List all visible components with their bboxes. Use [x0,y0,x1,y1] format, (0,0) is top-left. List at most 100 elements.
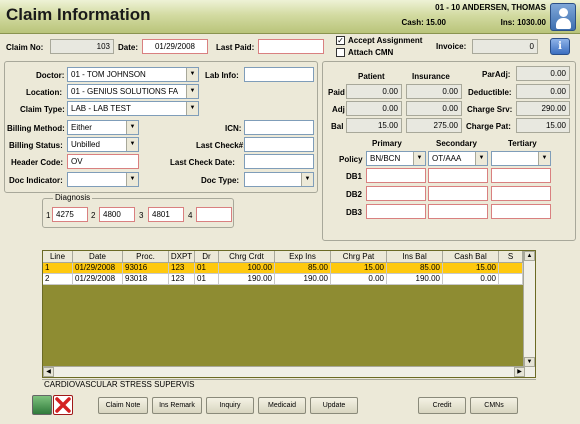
table-cell: 93016 [123,263,169,274]
table-cell: 85.00 [275,263,331,274]
tertiary-header: Tertiary [508,139,537,148]
table-cell: 15.00 [331,263,387,274]
doc-indicator-select[interactable]: ▼ [67,172,139,187]
lab-info-field[interactable] [244,67,314,82]
chevron-down-icon[interactable]: ▼ [186,68,198,81]
claim-date-field[interactable]: 01/29/2008 [142,39,208,54]
claim-type-select[interactable]: LAB - LAB TEST ▼ [67,101,199,116]
secondary-policy-value: OT/AAA [432,154,462,163]
vertical-scrollbar[interactable]: ▲ ▼ [523,251,535,367]
location-select[interactable]: 01 - GENIUS SOLUTIONS FA ▼ [67,84,199,99]
diagnosis-4-label: 4 [188,211,193,220]
column-header[interactable]: Proc. [123,251,169,263]
secondary-db2-field[interactable] [428,186,488,201]
accept-assignment-label: Accept Assignment [348,36,423,45]
update-button[interactable]: Update [310,397,358,414]
table-cell: 190.00 [219,274,275,285]
header-code-field[interactable]: OV [67,154,139,169]
db1-label: DB1 [346,172,363,181]
column-header[interactable]: Date [73,251,123,263]
doc-type-select[interactable]: ▼ [244,172,314,187]
diagnosis-2-field[interactable]: 4800 [99,207,135,222]
icn-field[interactable] [244,120,314,135]
column-header[interactable]: Dr [195,251,219,263]
chevron-down-icon[interactable]: ▼ [186,85,198,98]
column-header[interactable]: Exp Ins [275,251,331,263]
column-header[interactable]: Line [43,251,73,263]
secondary-db3-field[interactable] [428,204,488,219]
last-check-no-field[interactable] [244,137,314,152]
diagnosis-1-field[interactable]: 4275 [52,207,88,222]
last-check-date-field[interactable] [244,154,314,169]
info-icon[interactable]: i [550,38,570,55]
chevron-down-icon[interactable]: ▼ [538,152,550,165]
medicaid-button[interactable]: Medicaid [258,397,306,414]
location-label: Location: [26,88,62,97]
last-check-no-label: Last Check#: [196,141,246,150]
deductible-label: Deductible: [468,88,512,97]
table-cell: 0.00 [443,274,499,285]
table-cell [499,263,523,274]
patient-paid-field: 0.00 [346,84,402,99]
patient-avatar-icon[interactable] [550,3,576,31]
chevron-down-icon[interactable]: ▼ [475,152,487,165]
save-icon[interactable] [32,395,52,415]
table-cell: 190.00 [275,274,331,285]
chevron-down-icon[interactable]: ▼ [126,173,138,186]
doctor-select[interactable]: 01 - TOM JOHNSON ▼ [67,67,199,82]
column-header[interactable]: Chrg Crdt [219,251,275,263]
table-cell: 01/29/2008 [73,274,123,285]
billing-status-select[interactable]: Unbilled ▼ [67,137,139,152]
column-header[interactable]: DXPT [169,251,195,263]
tertiary-db2-field[interactable] [491,186,551,201]
tertiary-db1-field[interactable] [491,168,551,183]
close-button[interactable] [53,395,73,415]
bal-label: Bal [331,122,344,131]
table-cell: 01/29/2008 [73,263,123,274]
last-paid-field[interactable] [258,39,324,54]
primary-policy-select[interactable]: BN/BCN ▼ [366,151,426,166]
doctor-value: 01 - TOM JOHNSON [71,70,146,79]
chevron-down-icon[interactable]: ▼ [301,173,313,186]
chevron-down-icon[interactable]: ▼ [413,152,425,165]
tertiary-policy-select[interactable]: ▼ [491,151,551,166]
chevron-down-icon[interactable]: ▼ [126,121,138,134]
insurance-header: Insurance [412,72,450,81]
horizontal-scrollbar[interactable]: ◀ ▶ [43,366,535,377]
table-cell: 1 [43,263,73,274]
primary-db3-field[interactable] [366,204,426,219]
table-row[interactable]: 2 01/29/2008 93018 123 01 190.00 190.00 … [43,274,523,285]
column-header[interactable]: S [499,251,523,263]
column-header[interactable]: Ins Bal [387,251,443,263]
tertiary-db3-field[interactable] [491,204,551,219]
ins-remark-button[interactable]: Ins Remark [152,397,202,414]
column-header[interactable]: Chrg Pat [331,251,387,263]
table-cell: 01 [195,274,219,285]
diagnosis-4-field[interactable] [196,207,232,222]
close-icon [55,397,71,413]
secondary-policy-select[interactable]: OT/AAA ▼ [428,151,488,166]
paid-label: Paid [328,88,345,97]
claim-type-label: Claim Type: [20,105,65,114]
billing-method-select[interactable]: Either ▼ [67,120,139,135]
primary-db1-field[interactable] [366,168,426,183]
attach-cmn-checkbox[interactable] [336,48,345,57]
scroll-up-icon[interactable]: ▲ [524,251,535,261]
charge-srv-field: 290.00 [516,101,570,116]
inquiry-button[interactable]: Inquiry [206,397,254,414]
chevron-down-icon[interactable]: ▼ [126,138,138,151]
diagnosis-3-field[interactable]: 4801 [148,207,184,222]
service-lines-table[interactable]: Line Date Proc. DXPT Dr Chrg Crdt Exp In… [42,250,536,378]
table-row[interactable]: 1 01/29/2008 93016 123 01 100.00 85.00 1… [43,263,523,274]
secondary-db1-field[interactable] [428,168,488,183]
column-header[interactable]: Cash Bal [443,251,499,263]
credit-button[interactable]: Credit [418,397,466,414]
cmns-button[interactable]: CMNs [470,397,518,414]
doc-type-label: Doc Type: [201,176,240,185]
chevron-down-icon[interactable]: ▼ [186,102,198,115]
primary-db2-field[interactable] [366,186,426,201]
scroll-right-icon[interactable]: ▶ [514,367,525,377]
scroll-left-icon[interactable]: ◀ [43,367,54,377]
claim-note-button[interactable]: Claim Note [98,397,148,414]
accept-assignment-checkbox[interactable]: ✓ [336,36,345,45]
